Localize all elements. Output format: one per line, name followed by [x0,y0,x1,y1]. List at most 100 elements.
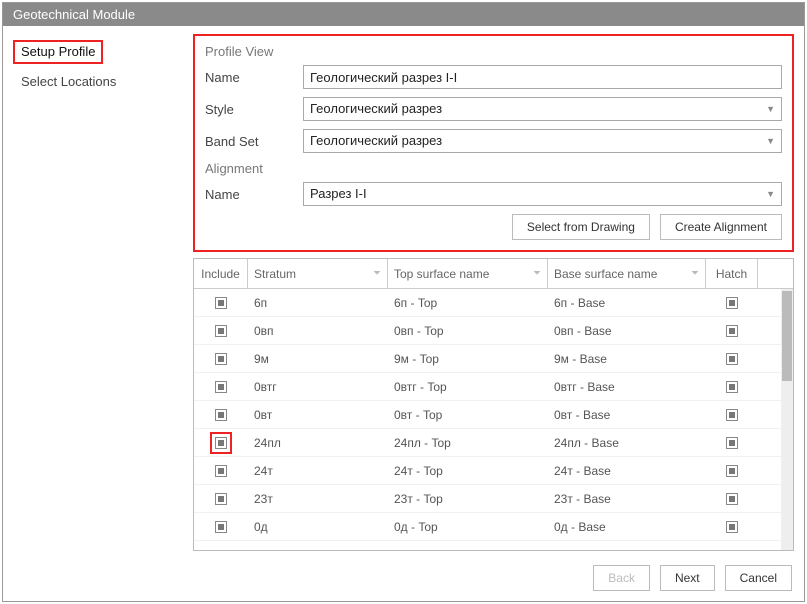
pv-style-dropdown[interactable]: Геологический разрез ▼ [303,97,782,121]
cell-stratum: 0д [248,520,388,534]
cell-stratum: 0вт [248,408,388,422]
pv-style-label: Style [205,102,295,117]
cell-top: 23т - Top [388,492,548,506]
hatch-checkbox[interactable] [726,465,738,477]
table-row[interactable]: 9м9м - Top9м - Base [194,345,793,373]
cell-base: 24пл - Base [548,436,706,450]
back-button: Back [593,565,650,591]
include-checkbox[interactable] [215,325,227,337]
chevron-down-icon: ▼ [766,130,775,152]
cell-top: 6п - Top [388,296,548,310]
cell-base: 23т - Base [548,492,706,506]
cancel-button[interactable]: Cancel [725,565,792,591]
include-checkbox[interactable] [215,493,227,505]
row-pv-style: Style Геологический разрез ▼ [205,97,782,121]
include-checkbox[interactable] [215,381,227,393]
main: Profile View Name Style Геологический ра… [193,34,794,551]
chevron-down-icon: ▼ [766,98,775,120]
table-body: 6п6п - Top6п - Base0вп0вп - Top0вп - Bas… [194,289,793,550]
chevron-down-icon: ▼ [766,183,775,205]
profile-form: Profile View Name Style Геологический ра… [193,34,794,252]
table-row[interactable]: 0втг0втг - Top0втг - Base [194,373,793,401]
cell-top: 0втг - Top [388,380,548,394]
pv-bandset-dropdown[interactable]: Геологический разрез ▼ [303,129,782,153]
table-row[interactable]: 6п6п - Top6п - Base [194,289,793,317]
cell-stratum: 0втг [248,380,388,394]
sidebar-item-setup-profile[interactable]: Setup Profile [13,40,103,64]
cell-base: 9м - Base [548,352,706,366]
include-checkbox[interactable] [215,353,227,365]
profile-view-heading: Profile View [205,44,782,59]
cell-stratum: 24т [248,464,388,478]
cell-top: 9м - Top [388,352,548,366]
pv-name-input[interactable] [310,70,775,85]
create-alignment-button[interactable]: Create Alignment [660,214,782,240]
table-header-row: Include Stratum⏷ Top surface name⏷ Base … [194,259,793,289]
pv-name-input-wrap [303,65,782,89]
include-checkbox[interactable] [215,409,227,421]
al-name-value: Разрез I-I [310,183,367,205]
col-header-hatch[interactable]: Hatch [706,259,758,288]
hatch-checkbox[interactable] [726,409,738,421]
table-row[interactable]: 24пл24пл - Top24пл - Base [194,429,793,457]
pv-name-label: Name [205,70,295,85]
include-checkbox[interactable] [215,437,227,449]
scroll-header [758,259,772,288]
cell-base: 0вп - Base [548,324,706,338]
window: Geotechnical Module Setup Profile Select… [2,2,805,602]
hatch-checkbox[interactable] [726,297,738,309]
cell-stratum: 0вп [248,324,388,338]
al-name-label: Name [205,187,295,202]
cell-top: 0вт - Top [388,408,548,422]
include-checkbox[interactable] [215,521,227,533]
pv-style-value: Геологический разрез [310,98,442,120]
cell-top: 0вп - Top [388,324,548,338]
col-header-include[interactable]: Include [194,259,248,288]
table-row[interactable]: 0вт0вт - Top0вт - Base [194,401,793,429]
al-name-dropdown[interactable]: Разрез I-I ▼ [303,182,782,206]
stratum-table: Include Stratum⏷ Top surface name⏷ Base … [193,258,794,551]
cell-top: 24пл - Top [388,436,548,450]
filter-icon[interactable]: ⏷ [533,268,541,279]
filter-icon[interactable]: ⏷ [691,268,699,279]
cell-stratum: 23т [248,492,388,506]
filter-icon[interactable]: ⏷ [373,268,381,279]
alignment-buttons: Select from Drawing Create Alignment [205,214,782,240]
next-button[interactable]: Next [660,565,715,591]
col-header-stratum[interactable]: Stratum⏷ [248,259,388,288]
cell-base: 0д - Base [548,520,706,534]
window-title: Geotechnical Module [3,3,804,26]
scrollbar[interactable] [781,289,793,550]
wizard-footer: Back Next Cancel [3,555,804,601]
pv-bandset-value: Геологический разрез [310,130,442,152]
body: Setup Profile Select Locations Profile V… [3,26,804,555]
pv-bandset-label: Band Set [205,134,295,149]
include-checkbox[interactable] [215,465,227,477]
hatch-checkbox[interactable] [726,381,738,393]
table-row[interactable]: 23т23т - Top23т - Base [194,485,793,513]
row-pv-name: Name [205,65,782,89]
cell-base: 0втг - Base [548,380,706,394]
hatch-checkbox[interactable] [726,353,738,365]
col-header-base[interactable]: Base surface name⏷ [548,259,706,288]
table-row[interactable]: 0д0д - Top0д - Base [194,513,793,541]
cell-base: 0вт - Base [548,408,706,422]
scrollbar-thumb[interactable] [782,291,792,381]
table-row[interactable]: 24т24т - Top24т - Base [194,457,793,485]
cell-top: 0д - Top [388,520,548,534]
hatch-checkbox[interactable] [726,493,738,505]
hatch-checkbox[interactable] [726,521,738,533]
include-checkbox[interactable] [215,297,227,309]
sidebar-item-select-locations[interactable]: Select Locations [13,72,183,91]
cell-stratum: 6п [248,296,388,310]
row-al-name: Name Разрез I-I ▼ [205,182,782,206]
hatch-checkbox[interactable] [726,325,738,337]
select-from-drawing-button[interactable]: Select from Drawing [512,214,650,240]
cell-base: 6п - Base [548,296,706,310]
cell-top: 24т - Top [388,464,548,478]
table-row[interactable]: 0вп0вп - Top0вп - Base [194,317,793,345]
row-pv-bandset: Band Set Геологический разрез ▼ [205,129,782,153]
alignment-heading: Alignment [205,161,782,176]
col-header-top[interactable]: Top surface name⏷ [388,259,548,288]
hatch-checkbox[interactable] [726,437,738,449]
